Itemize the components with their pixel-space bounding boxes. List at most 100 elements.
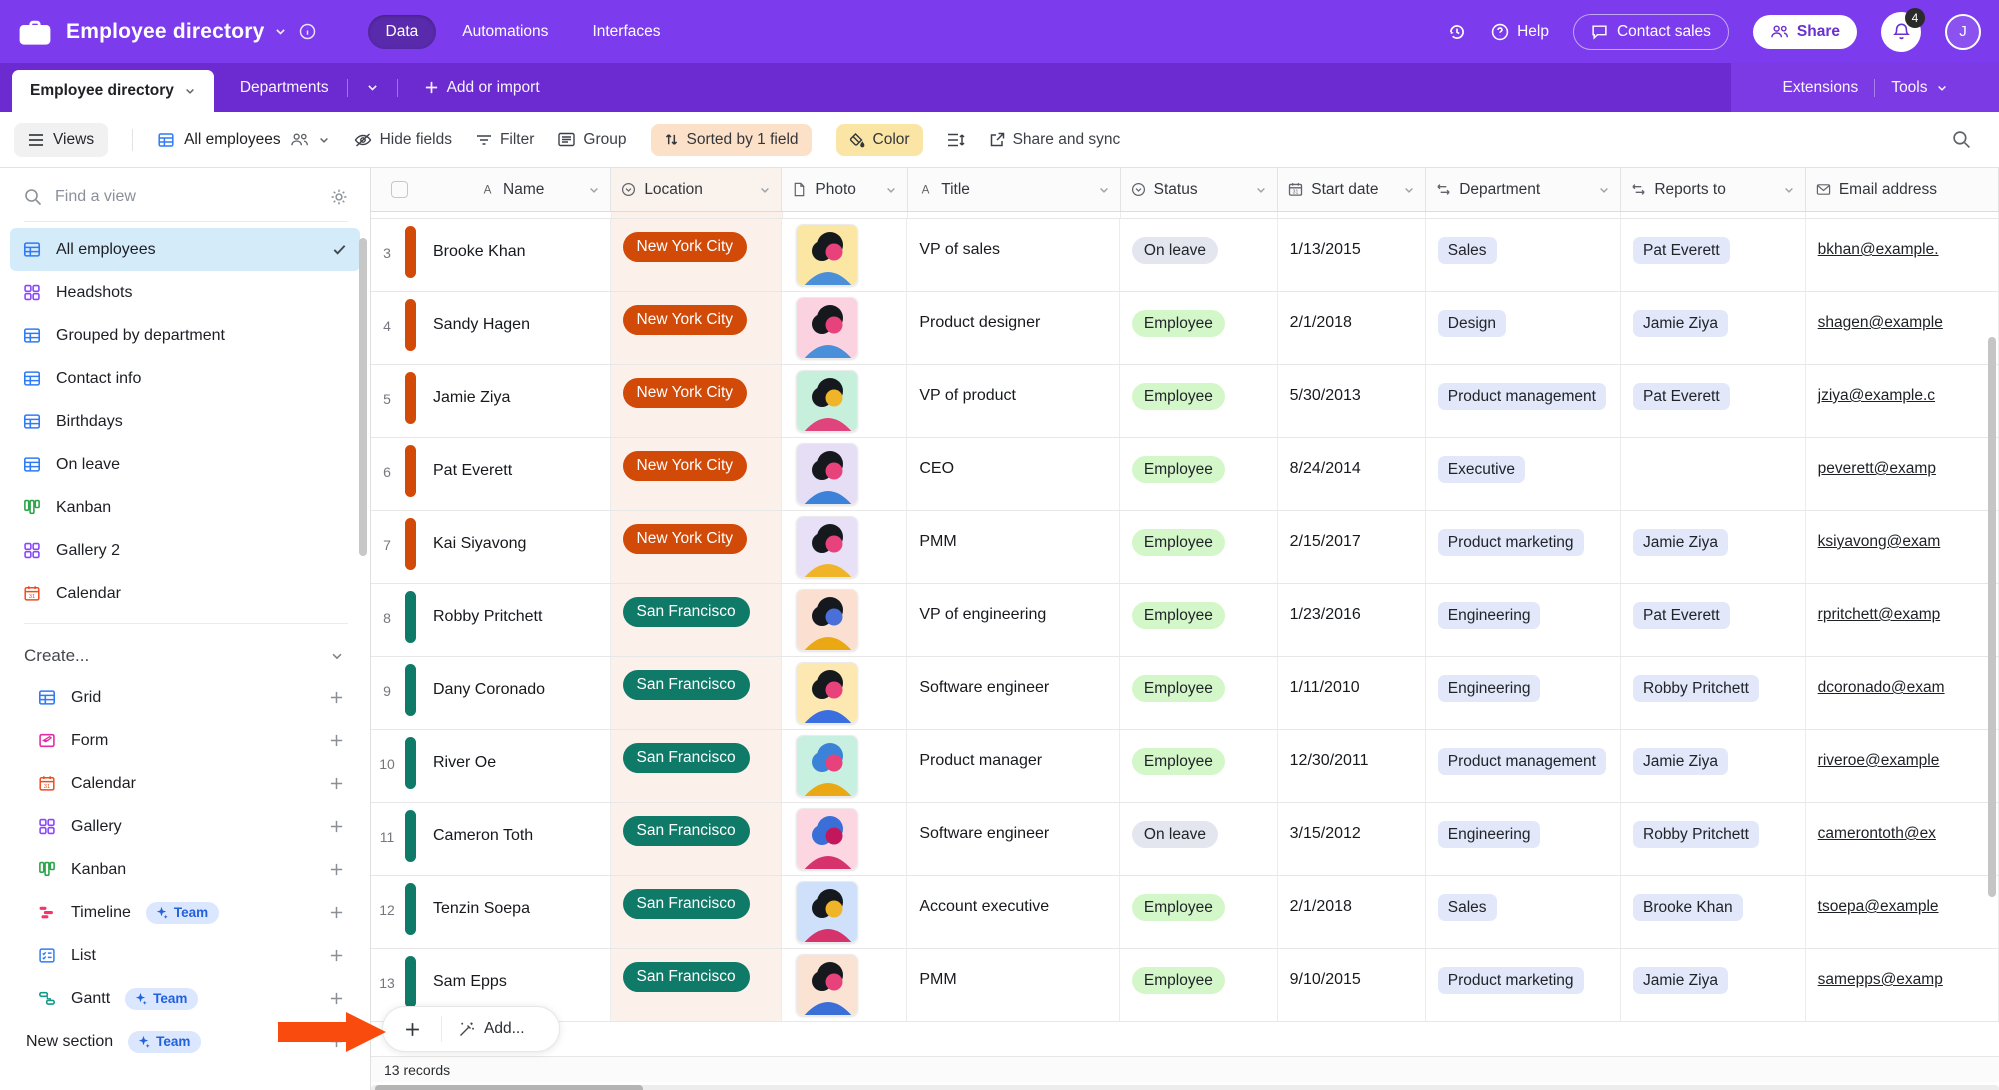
- department-cell[interactable]: Engineering: [1426, 657, 1621, 729]
- plus-icon[interactable]: [329, 948, 344, 963]
- table-row[interactable]: 6 Pat Everett New York City CEO Employee…: [371, 438, 1999, 511]
- chevron-down-icon[interactable]: [759, 184, 771, 196]
- name-cell[interactable]: 4 Sandy Hagen: [371, 292, 611, 364]
- share-and-sync-button[interactable]: Share and sync: [989, 131, 1121, 149]
- create-grid[interactable]: Grid: [10, 676, 360, 719]
- add-or-import-button[interactable]: Add or import: [424, 79, 540, 97]
- plus-icon[interactable]: [329, 905, 344, 920]
- create-calendar[interactable]: 31 Calendar: [10, 762, 360, 805]
- location-cell[interactable]: New York City: [611, 438, 782, 510]
- title-cell[interactable]: Product manager: [907, 730, 1120, 802]
- email-cell[interactable]: tsoepa@example: [1806, 876, 1999, 948]
- current-view-chip[interactable]: All employees: [157, 131, 330, 149]
- tools-button[interactable]: Tools: [1891, 79, 1947, 97]
- table-row[interactable]: 7 Kai Siyavong New York City PMM Employe…: [371, 511, 1999, 584]
- chevron-down-icon[interactable]: [1598, 184, 1610, 196]
- sort-button[interactable]: Sorted by 1 field: [651, 124, 812, 156]
- chevron-down-icon[interactable]: [588, 184, 600, 196]
- name-cell[interactable]: 11 Cameron Toth: [371, 803, 611, 875]
- title-cell[interactable]: Account executive: [907, 876, 1120, 948]
- location-cell[interactable]: San Francisco: [611, 584, 782, 656]
- department-cell[interactable]: Sales: [1426, 219, 1621, 291]
- status-cell[interactable]: Employee: [1120, 511, 1278, 583]
- search-icon[interactable]: [1952, 130, 1971, 149]
- gear-icon[interactable]: [330, 188, 348, 206]
- status-cell[interactable]: Employee: [1120, 584, 1278, 656]
- reports-to-cell[interactable]: Robby Pritchett: [1621, 657, 1806, 729]
- name-cell[interactable]: 5 Jamie Ziya: [371, 365, 611, 437]
- department-cell[interactable]: Product marketing: [1426, 949, 1621, 1021]
- status-cell[interactable]: Employee: [1120, 438, 1278, 510]
- chevron-down-icon[interactable]: [184, 85, 196, 97]
- vertical-scrollbar[interactable]: [1988, 337, 1996, 897]
- start-date-cell[interactable]: 2/1/2018: [1278, 876, 1426, 948]
- location-cell[interactable]: San Francisco: [611, 949, 782, 1021]
- table-list-chevron-icon[interactable]: [366, 81, 379, 94]
- photo-cell[interactable]: [782, 292, 908, 364]
- photo-cell[interactable]: [782, 438, 908, 510]
- department-cell[interactable]: Product marketing: [1426, 511, 1621, 583]
- column-header-department[interactable]: Department: [1426, 168, 1621, 211]
- sidebar-view-on-leave[interactable]: On leave: [10, 443, 360, 486]
- photo-cell[interactable]: [782, 219, 908, 291]
- location-cell[interactable]: New York City: [611, 219, 782, 291]
- location-cell[interactable]: San Francisco: [611, 730, 782, 802]
- name-cell[interactable]: 7 Kai Siyavong: [371, 511, 611, 583]
- title-cell[interactable]: Software engineer: [907, 803, 1120, 875]
- briefcase-logo-icon[interactable]: [18, 18, 52, 46]
- table-row[interactable]: 3 Brooke Khan New York City VP of sales …: [371, 219, 1999, 292]
- department-cell[interactable]: Design: [1426, 292, 1621, 364]
- status-cell[interactable]: Employee: [1120, 657, 1278, 729]
- location-cell[interactable]: San Francisco: [611, 657, 782, 729]
- photo-cell[interactable]: [782, 730, 908, 802]
- reports-to-cell[interactable]: Robby Pritchett: [1621, 803, 1806, 875]
- location-cell[interactable]: New York City: [611, 511, 782, 583]
- add-record-button[interactable]: [383, 1021, 441, 1038]
- start-date-cell[interactable]: 1/23/2016: [1278, 584, 1426, 656]
- email-cell[interactable]: ksiyavong@exam: [1806, 511, 1999, 583]
- status-cell[interactable]: Employee: [1120, 876, 1278, 948]
- photo-cell[interactable]: [782, 511, 908, 583]
- photo-cell[interactable]: [782, 365, 908, 437]
- sidebar-view-calendar[interactable]: 31 Calendar: [10, 572, 360, 615]
- photo-cell[interactable]: [782, 803, 908, 875]
- status-cell[interactable]: Employee: [1120, 292, 1278, 364]
- plus-icon[interactable]: [329, 733, 344, 748]
- chevron-down-icon[interactable]: [1403, 184, 1415, 196]
- reports-to-cell[interactable]: Pat Everett: [1621, 365, 1806, 437]
- column-header-status[interactable]: Status: [1121, 168, 1279, 211]
- photo-cell[interactable]: [782, 584, 908, 656]
- start-date-cell[interactable]: 2/1/2018: [1278, 292, 1426, 364]
- table-row[interactable]: 5 Jamie Ziya New York City VP of product…: [371, 365, 1999, 438]
- email-cell[interactable]: bkhan@example.: [1806, 219, 1999, 291]
- email-cell[interactable]: shagen@example: [1806, 292, 1999, 364]
- create-timeline[interactable]: Timeline Team: [10, 891, 360, 934]
- photo-cell[interactable]: [782, 657, 908, 729]
- reports-to-cell[interactable]: [1621, 438, 1806, 510]
- info-icon[interactable]: [299, 23, 316, 40]
- title-cell[interactable]: VP of engineering: [907, 584, 1120, 656]
- title-cell[interactable]: CEO: [907, 438, 1120, 510]
- sidebar-view-contact-info[interactable]: Contact info: [10, 357, 360, 400]
- find-view-input[interactable]: [55, 188, 317, 206]
- help-button[interactable]: Help: [1491, 23, 1549, 41]
- reports-to-cell[interactable]: Brooke Khan: [1621, 876, 1806, 948]
- start-date-cell[interactable]: 1/11/2010: [1278, 657, 1426, 729]
- chevron-down-icon[interactable]: [274, 25, 287, 38]
- start-date-cell[interactable]: 12/30/2011: [1278, 730, 1426, 802]
- table-row[interactable]: 9 Dany Coronado San Francisco Software e…: [371, 657, 1999, 730]
- title-cell[interactable]: Product designer: [907, 292, 1120, 364]
- title-cell[interactable]: VP of product: [907, 365, 1120, 437]
- email-cell[interactable]: riveroe@example: [1806, 730, 1999, 802]
- sidebar-scrollbar[interactable]: [359, 238, 367, 556]
- location-cell[interactable]: New York City: [611, 365, 782, 437]
- department-cell[interactable]: Product management: [1426, 730, 1621, 802]
- reports-to-cell[interactable]: Pat Everett: [1621, 219, 1806, 291]
- reports-to-cell[interactable]: Jamie Ziya: [1621, 292, 1806, 364]
- name-cell[interactable]: 12 Tenzin Soepa: [371, 876, 611, 948]
- table-row[interactable]: 8 Robby Pritchett San Francisco VP of en…: [371, 584, 1999, 657]
- history-icon[interactable]: [1447, 22, 1467, 42]
- column-header-start-date[interactable]: 31 Start date: [1278, 168, 1426, 211]
- sidebar-view-grouped-by-department[interactable]: Grouped by department: [10, 314, 360, 357]
- start-date-cell[interactable]: 5/30/2013: [1278, 365, 1426, 437]
